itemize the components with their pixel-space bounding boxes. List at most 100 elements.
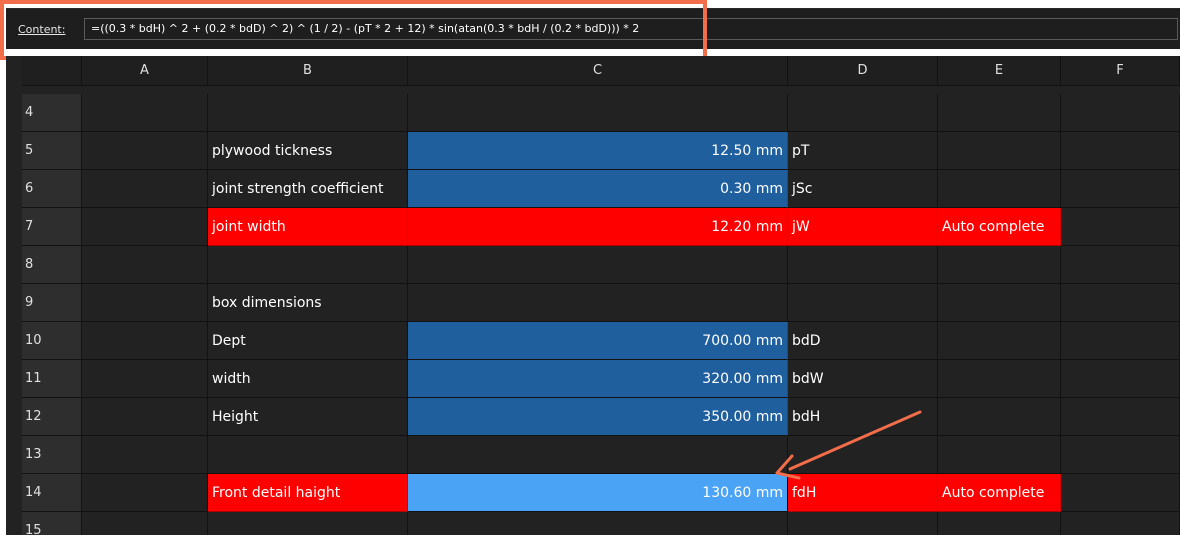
cell-c5[interactable]: 12.50 mm [408, 132, 788, 170]
cell-b12[interactable]: Height [208, 398, 408, 436]
cell-c15[interactable] [408, 512, 788, 535]
cell-c9[interactable] [408, 284, 788, 322]
cell-f5[interactable] [1061, 132, 1180, 170]
cell-a15[interactable] [82, 512, 208, 535]
cell-a9[interactable] [82, 284, 208, 322]
cell-f7[interactable] [1061, 208, 1180, 246]
cell-d5[interactable]: pT [788, 132, 938, 170]
cell-f4[interactable] [1061, 94, 1180, 132]
row-header[interactable]: 15 [22, 512, 82, 535]
cell-d12[interactable]: bdH [788, 398, 938, 436]
sheet-row: 9 box dimensions [6, 284, 1180, 322]
row-header[interactable]: 11 [22, 360, 82, 398]
cell-b4[interactable] [208, 94, 408, 132]
column-header-c[interactable]: C [408, 56, 788, 86]
cell-f14[interactable] [1061, 474, 1180, 512]
row-header[interactable]: 14 [22, 474, 82, 512]
cell-d6[interactable]: jSc [788, 170, 938, 208]
column-header-f[interactable]: F [1061, 56, 1180, 86]
cell-e15[interactable] [938, 512, 1061, 535]
cell-e8[interactable] [938, 246, 1061, 284]
cell-a14[interactable] [82, 474, 208, 512]
cell-e11[interactable] [938, 360, 1061, 398]
cell-c4[interactable] [408, 94, 788, 132]
cell-a11[interactable] [82, 360, 208, 398]
sheet-row: 8 [6, 246, 1180, 284]
column-header-e[interactable]: E [938, 56, 1061, 86]
cell-a7[interactable] [82, 208, 208, 246]
cell-d15[interactable] [788, 512, 938, 535]
cell-e10[interactable] [938, 322, 1061, 360]
cell-d8[interactable] [788, 246, 938, 284]
cell-e5[interactable] [938, 132, 1061, 170]
row-header[interactable]: 8 [22, 246, 82, 284]
cell-e7[interactable]: Auto complete [938, 208, 1061, 246]
cell-a10[interactable] [82, 322, 208, 360]
cell-c12[interactable]: 350.00 mm [408, 398, 788, 436]
cell-b15[interactable] [208, 512, 408, 535]
cell-b13[interactable] [208, 436, 408, 474]
sheet-row: 14 Front detail haight 130.60 mm fdH Aut… [6, 474, 1180, 512]
cell-c6[interactable]: 0.30 mm [408, 170, 788, 208]
row-header[interactable]: 10 [22, 322, 82, 360]
cell-e9[interactable] [938, 284, 1061, 322]
cell-e4[interactable] [938, 94, 1061, 132]
row-header[interactable]: 9 [22, 284, 82, 322]
cell-f13[interactable] [1061, 436, 1180, 474]
cell-d7[interactable]: jW [788, 208, 938, 246]
cell-b6[interactable]: joint strength coefficient [208, 170, 408, 208]
cell-f10[interactable] [1061, 322, 1180, 360]
cell-f8[interactable] [1061, 246, 1180, 284]
row-header[interactable]: 7 [22, 208, 82, 246]
formula-input[interactable]: =((0.3 * bdH) ^ 2 + (0.2 * bdD) ^ 2) ^ (… [84, 18, 1178, 40]
cell-a12[interactable] [82, 398, 208, 436]
cell-c11[interactable]: 320.00 mm [408, 360, 788, 398]
row-header[interactable]: 13 [22, 436, 82, 474]
cell-b8[interactable] [208, 246, 408, 284]
cell-b10[interactable]: Dept [208, 322, 408, 360]
cell-a4[interactable] [82, 94, 208, 132]
cell-c8[interactable] [408, 246, 788, 284]
cell-d14[interactable]: fdH [788, 474, 938, 512]
cell-d9[interactable] [788, 284, 938, 322]
cell-f15[interactable] [1061, 512, 1180, 535]
cell-c10[interactable]: 700.00 mm [408, 322, 788, 360]
row-header[interactable]: 12 [22, 398, 82, 436]
sheet-row: 10 Dept 700.00 mm bdD [6, 322, 1180, 360]
cell-a6[interactable] [82, 170, 208, 208]
cell-d11[interactable]: bdW [788, 360, 938, 398]
cell-e6[interactable] [938, 170, 1061, 208]
cell-e13[interactable] [938, 436, 1061, 474]
cell-b5[interactable]: plywood tickness [208, 132, 408, 170]
row-header[interactable]: 5 [22, 132, 82, 170]
cell-f9[interactable] [1061, 284, 1180, 322]
row-header[interactable]: 4 [22, 94, 82, 132]
sheet-grid: A B C D E F 4 5 plywood tickness 12.50 m… [6, 56, 1180, 535]
cell-d10[interactable]: bdD [788, 322, 938, 360]
cell-b11[interactable]: width [208, 360, 408, 398]
cell-a5[interactable] [82, 132, 208, 170]
spreadsheet-window: Content: =((0.3 * bdH) ^ 2 + (0.2 * bdD)… [0, 0, 1180, 535]
cell-f12[interactable] [1061, 398, 1180, 436]
sheet-row: 6 joint strength coefficient 0.30 mm jSc [6, 170, 1180, 208]
cell-f6[interactable] [1061, 170, 1180, 208]
cell-e14[interactable]: Auto complete [938, 474, 1061, 512]
cell-b9[interactable]: box dimensions [208, 284, 408, 322]
corner-header[interactable] [22, 56, 82, 86]
cell-c14-selected[interactable]: 130.60 mm [408, 474, 788, 512]
column-header-a[interactable]: A [82, 56, 208, 86]
cell-d4[interactable] [788, 94, 938, 132]
cell-e12[interactable] [938, 398, 1061, 436]
cell-d13[interactable] [788, 436, 938, 474]
formula-text: =((0.3 * bdH) ^ 2 + (0.2 * bdD) ^ 2) ^ (… [91, 22, 640, 35]
cell-b14[interactable]: Front detail haight [208, 474, 408, 512]
cell-a8[interactable] [82, 246, 208, 284]
row-header[interactable]: 6 [22, 170, 82, 208]
cell-a13[interactable] [82, 436, 208, 474]
cell-f11[interactable] [1061, 360, 1180, 398]
cell-c13[interactable] [408, 436, 788, 474]
column-header-b[interactable]: B [208, 56, 408, 86]
cell-b7[interactable]: joint width [208, 208, 408, 246]
cell-c7[interactable]: 12.20 mm [408, 208, 788, 246]
column-header-d[interactable]: D [788, 56, 938, 86]
